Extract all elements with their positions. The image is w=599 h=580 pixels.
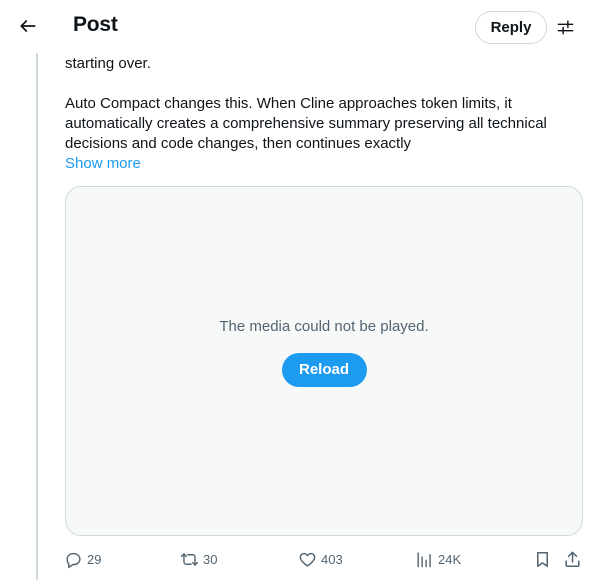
bookmark-icon [536, 551, 549, 567]
back-button[interactable] [10, 8, 46, 44]
bookmark-button[interactable] [533, 545, 552, 573]
top-bar: Post Reply [0, 0, 599, 53]
heart-icon [299, 552, 316, 567]
thread-line [36, 52, 38, 580]
reply-action[interactable]: 29 [64, 545, 101, 573]
show-more-link[interactable]: Show more [65, 154, 141, 174]
views-action[interactable]: 24K [415, 545, 461, 573]
like-action[interactable]: 403 [298, 545, 343, 573]
filter-button[interactable] [553, 15, 577, 39]
repost-action[interactable]: 30 [180, 545, 217, 573]
post-page: Post Reply starting over. Auto Compact c… [0, 0, 599, 580]
post-text-line: starting over. [65, 55, 151, 72]
comment-icon [66, 552, 81, 568]
reply-count: 29 [87, 551, 102, 567]
like-count: 403 [321, 551, 343, 567]
media-error-message: The media could not be played. [219, 317, 429, 335]
post-text-paragraph: Auto Compact changes this. When Cline ap… [65, 95, 547, 152]
action-bar: 29 30 403 24K [60, 545, 590, 573]
reload-button[interactable]: Reload [281, 352, 367, 387]
repost-count: 30 [203, 551, 218, 567]
arrow-left-icon [20, 20, 36, 32]
page-title: Post [73, 13, 118, 36]
repost-icon [180, 552, 199, 566]
media-player[interactable]: The media could not be played. Reload [65, 186, 583, 536]
view-count: 24K [438, 551, 462, 567]
share-button[interactable] [563, 545, 582, 573]
analytics-icon [417, 551, 431, 567]
post-body: starting over. Auto Compact changes this… [65, 54, 585, 174]
share-icon [565, 551, 580, 567]
sliders-icon [557, 19, 573, 35]
reply-button[interactable]: Reply [475, 11, 547, 44]
